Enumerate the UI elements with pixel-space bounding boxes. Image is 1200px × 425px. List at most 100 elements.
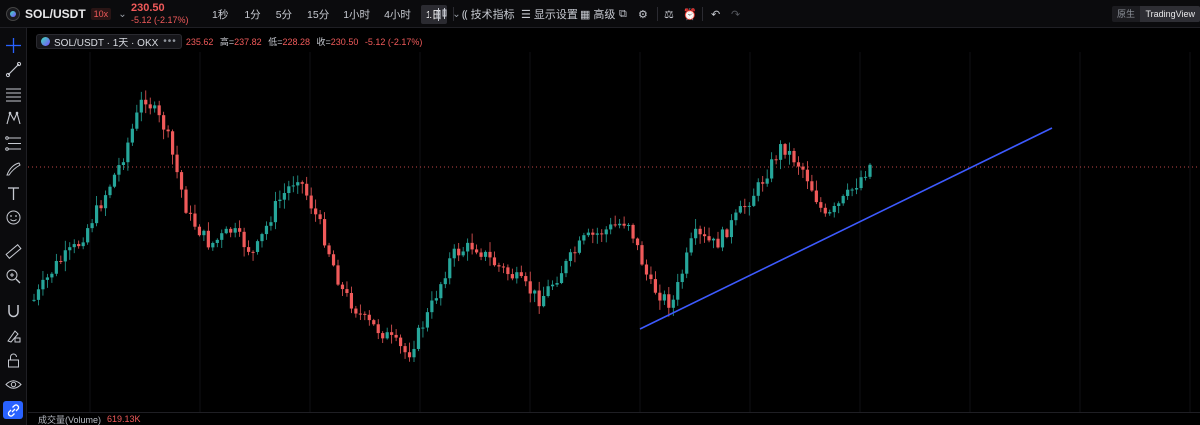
- candle: [81, 237, 85, 250]
- candle: [863, 171, 868, 181]
- chevron-down-icon[interactable]: ⌄: [118, 9, 126, 20]
- candle: [707, 227, 711, 243]
- candle-body: [761, 182, 765, 184]
- candle-body: [796, 162, 801, 167]
- alert-button[interactable]: ⏰: [683, 0, 697, 28]
- candle-body: [832, 205, 836, 213]
- candle-body: [837, 203, 841, 206]
- candle-body: [474, 249, 479, 253]
- symbol-selector[interactable]: SOL/USDT 10x ⌄: [6, 0, 127, 28]
- interval-15m[interactable]: 15分: [305, 7, 331, 22]
- price-change: -5.12 (-2.17%): [131, 15, 189, 25]
- candle: [202, 229, 206, 242]
- candle-body: [863, 176, 868, 178]
- scales-icon: ⚖: [664, 8, 674, 21]
- display-settings-button[interactable]: ☰ 显示设置: [521, 0, 578, 28]
- projection-tool[interactable]: [3, 134, 23, 152]
- candle-body: [676, 282, 680, 300]
- view-mode-native[interactable]: 原生版: [1112, 6, 1140, 22]
- lock-icon: [7, 353, 19, 367]
- candle: [184, 186, 188, 215]
- candle: [452, 244, 456, 267]
- candle: [273, 191, 278, 230]
- candle-body: [452, 248, 456, 259]
- candle-body: [291, 185, 295, 187]
- candle-body: [711, 238, 716, 241]
- legend-change: -5.12 (-2.17%): [364, 36, 423, 47]
- compare-button[interactable]: ⚖: [664, 0, 674, 28]
- candle: [725, 228, 729, 239]
- interval-group: 1秒 1分 5分 15分 1小时 4小时 1日 ⌄: [210, 0, 461, 28]
- candle-body: [479, 252, 483, 257]
- interval-1h[interactable]: 1小时: [341, 7, 372, 22]
- text-tool[interactable]: [3, 184, 23, 202]
- candle: [832, 202, 836, 218]
- candle-body: [233, 228, 237, 233]
- visibility-tool[interactable]: [3, 375, 23, 393]
- candle-body: [45, 277, 50, 280]
- more-options-icon[interactable]: •••: [163, 36, 177, 47]
- candle: [425, 307, 430, 332]
- candle-body: [296, 182, 300, 186]
- candle: [305, 176, 309, 201]
- pattern-tool[interactable]: [3, 109, 23, 127]
- candle-body: [555, 283, 559, 285]
- candle-body: [609, 224, 613, 230]
- candle-type-button[interactable]: [436, 0, 448, 28]
- candle-body: [524, 276, 528, 282]
- undo-button[interactable]: ↶: [711, 0, 720, 28]
- candle-body: [448, 258, 452, 279]
- candle: [238, 220, 242, 237]
- trend-line-tool[interactable]: [3, 60, 23, 78]
- indicators-label: 技术指标: [470, 9, 515, 21]
- screenshot-button[interactable]: ⧉: [619, 0, 627, 28]
- crosshair-tool[interactable]: [3, 36, 23, 54]
- candle: [729, 214, 734, 244]
- candle: [506, 264, 510, 281]
- zoom-tool[interactable]: [3, 267, 23, 285]
- candle: [322, 212, 327, 248]
- interval-1s[interactable]: 1秒: [210, 7, 230, 22]
- candle-body: [792, 150, 796, 163]
- candle: [743, 198, 747, 214]
- candle-body: [653, 279, 658, 293]
- display-settings-icon: ☰: [521, 8, 531, 21]
- candle: [41, 270, 45, 296]
- candle: [542, 286, 546, 308]
- settings-button[interactable]: ⚙: [638, 0, 648, 28]
- redo-button[interactable]: ↷: [731, 0, 740, 28]
- candle-body: [331, 254, 336, 266]
- drawn-trendline[interactable]: [639, 127, 1053, 330]
- candle: [403, 343, 407, 359]
- candle: [126, 137, 130, 171]
- interval-5m[interactable]: 5分: [274, 7, 294, 22]
- candle: [483, 250, 488, 262]
- indicators-button[interactable]: ⸨ 技术指标: [462, 0, 515, 28]
- candle-body: [747, 205, 751, 207]
- advanced-button[interactable]: ▦ 高级: [580, 0, 615, 28]
- candle-body: [398, 337, 403, 347]
- price-chart[interactable]: [28, 29, 1200, 414]
- brush-tool[interactable]: [3, 159, 23, 177]
- fib-tool[interactable]: [3, 85, 23, 103]
- candle: [837, 201, 841, 214]
- symbol-logo-icon: [41, 36, 50, 46]
- lock-drawings-tool[interactable]: [3, 326, 23, 344]
- candle-body: [461, 251, 465, 256]
- magnet-tool[interactable]: [3, 301, 23, 319]
- emoji-tool[interactable]: [3, 208, 23, 226]
- lock-tool[interactable]: [3, 351, 23, 369]
- projection-icon: [4, 135, 21, 151]
- link-tool[interactable]: [3, 401, 23, 419]
- ruler-tool[interactable]: [3, 242, 23, 260]
- candle: [868, 163, 872, 179]
- interval-1m[interactable]: 1分: [242, 7, 262, 22]
- candle: [457, 242, 461, 262]
- view-mode-tradingview[interactable]: TradingView: [1140, 6, 1200, 22]
- interval-4h[interactable]: 4小时: [382, 7, 413, 22]
- legend-symbol-button[interactable]: SOL/USDT · 1天 · OKX •••: [36, 33, 182, 49]
- candle: [300, 180, 304, 194]
- candle: [497, 262, 501, 272]
- candle: [233, 222, 237, 238]
- candle: [349, 286, 354, 314]
